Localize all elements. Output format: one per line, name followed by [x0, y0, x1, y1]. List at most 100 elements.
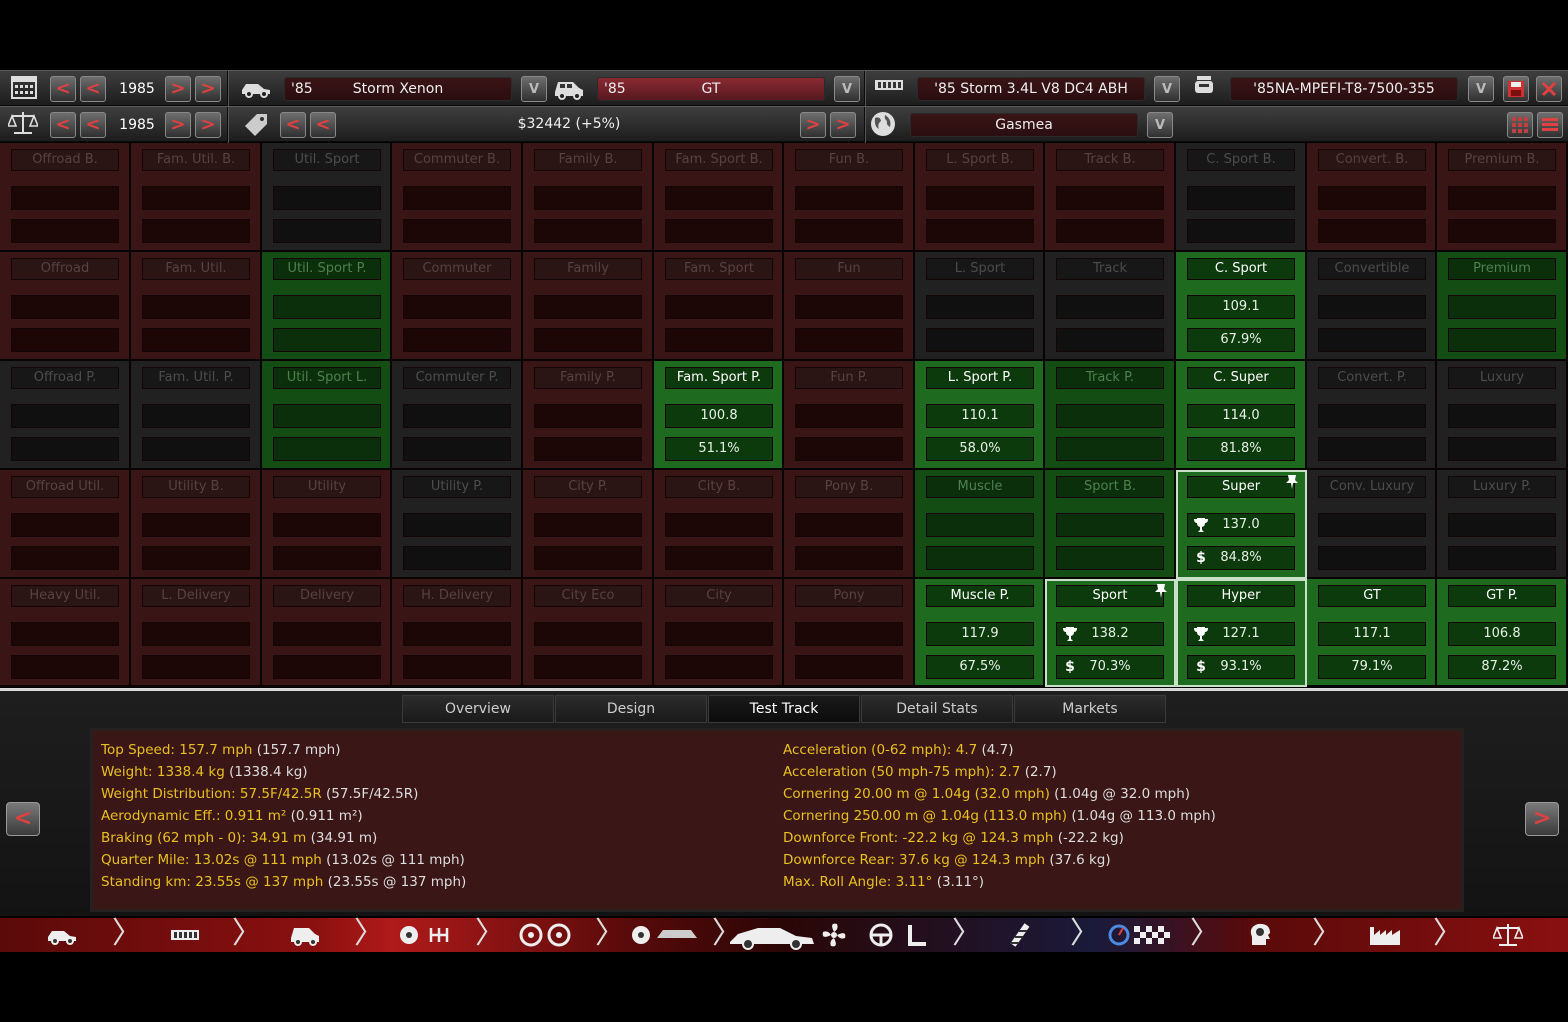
engine-dropdown-button[interactable]: V	[1154, 76, 1180, 102]
trim-dropdown-button[interactable]: V	[834, 76, 860, 102]
market-cell[interactable]: Util. Sport L.	[262, 361, 392, 470]
market-cell[interactable]: Family P.	[523, 361, 654, 470]
nav-model[interactable]	[40, 918, 84, 952]
market-cell[interactable]: Track	[1045, 252, 1176, 361]
market-cell[interactable]: City Eco	[523, 579, 654, 687]
price-prev-fast-button[interactable]: <	[280, 112, 306, 138]
market-cell[interactable]: Util. Sport	[262, 143, 392, 252]
market-cell[interactable]: Muscle P. 117.9 67.5%	[915, 579, 1045, 687]
market-cell[interactable]: Conv. Luxury	[1307, 470, 1437, 579]
year-prev-fast-button[interactable]: <	[50, 76, 76, 102]
market-cell[interactable]: GT 117.1 79.1%	[1307, 579, 1437, 687]
nav-wheels[interactable]	[515, 918, 575, 952]
market-cell[interactable]: L. Delivery	[131, 579, 262, 687]
panel-next-button[interactable]: >	[1525, 802, 1559, 836]
market-cell[interactable]: L. Sport B.	[915, 143, 1045, 252]
market-cell[interactable]: Convert. P.	[1307, 361, 1437, 470]
market-select[interactable]: Gasmea	[910, 113, 1138, 137]
fuel-system-select[interactable]: '85NA-MPEFI-T8-7500-355	[1230, 77, 1458, 101]
market-cell[interactable]: Convertible	[1307, 252, 1437, 361]
list-view-button[interactable]	[1537, 112, 1563, 138]
market-cell[interactable]: Utility	[262, 470, 392, 579]
market-cell[interactable]: Premium	[1437, 252, 1568, 361]
market-cell[interactable]: Fam. Sport	[654, 252, 784, 361]
market-dropdown-button[interactable]: V	[1147, 112, 1173, 138]
tab-detail-stats[interactable]: Detail Stats	[861, 695, 1013, 723]
market-cell[interactable]: Super 137.0 $84.8%	[1176, 470, 1307, 579]
market-cell[interactable]: C. Sport B.	[1176, 143, 1307, 252]
model-select[interactable]: '85 Storm Xenon	[284, 77, 512, 101]
market-cell[interactable]: Hyper 127.1 $93.1%	[1176, 579, 1307, 687]
market-cell[interactable]: Offroad B.	[0, 143, 131, 252]
nav-body[interactable]	[628, 918, 700, 952]
market-cell[interactable]: Luxury P.	[1437, 470, 1568, 579]
market-cell[interactable]: Fun B.	[784, 143, 915, 252]
market-cell[interactable]: Pony B.	[784, 470, 915, 579]
tab-overview[interactable]: Overview	[402, 695, 554, 723]
market-cell[interactable]: Sport B.	[1045, 470, 1176, 579]
nav-factory[interactable]	[1365, 918, 1405, 952]
market-cell[interactable]: Commuter B.	[392, 143, 523, 252]
market-cell[interactable]: Pony	[784, 579, 915, 687]
market-cell[interactable]: Convert. B.	[1307, 143, 1437, 252]
year2-prev-fast-button[interactable]: <	[50, 112, 76, 138]
year-next-button[interactable]: >	[165, 76, 191, 102]
price-next-button[interactable]: >	[800, 112, 826, 138]
market-cell[interactable]: Fun P.	[784, 361, 915, 470]
nav-engineering[interactable]	[1240, 918, 1280, 952]
nav-suspension[interactable]	[1000, 918, 1040, 952]
market-cell[interactable]: Track P.	[1045, 361, 1176, 470]
nav-drivetrain[interactable]	[395, 918, 459, 952]
market-cell[interactable]: Commuter P.	[392, 361, 523, 470]
trim-select[interactable]: '85 GT	[597, 77, 825, 101]
close-button[interactable]	[1536, 76, 1562, 102]
year-next-fast-button[interactable]: >	[195, 76, 221, 102]
tab-test-track[interactable]: Test Track	[708, 695, 860, 723]
save-button[interactable]	[1503, 76, 1529, 102]
market-cell[interactable]: H. Delivery	[392, 579, 523, 687]
market-cell[interactable]: Heavy Util.	[0, 579, 131, 687]
engine-select[interactable]: '85 Storm 3.4L V8 DC4 ABH	[917, 77, 1145, 101]
market-cell[interactable]: Premium B.	[1437, 143, 1568, 252]
nav-aero[interactable]	[816, 918, 852, 952]
market-cell[interactable]: Fam. Util. B.	[131, 143, 262, 252]
market-cell[interactable]: City B.	[654, 470, 784, 579]
year2-prev-button[interactable]: <	[80, 112, 106, 138]
model-dropdown-button[interactable]: V	[521, 76, 547, 102]
market-cell[interactable]: L. Sport P. 110.1 58.0%	[915, 361, 1045, 470]
year-prev-button[interactable]: <	[80, 76, 106, 102]
year2-next-fast-button[interactable]: >	[195, 112, 221, 138]
market-cell[interactable]: Track B.	[1045, 143, 1176, 252]
fuel-dropdown-button[interactable]: V	[1468, 76, 1494, 102]
pin-icon[interactable]	[1154, 583, 1168, 603]
nav-interior[interactable]	[868, 918, 934, 952]
market-cell[interactable]: Fam. Sport P. 100.8 51.1%	[654, 361, 784, 470]
market-cell[interactable]: Utility P.	[392, 470, 523, 579]
market-cell[interactable]: L. Sport	[915, 252, 1045, 361]
price-prev-button[interactable]: <	[310, 112, 336, 138]
market-cell[interactable]: Commuter	[392, 252, 523, 361]
market-cell[interactable]: Family	[523, 252, 654, 361]
market-cell[interactable]: Fam. Util.	[131, 252, 262, 361]
market-cell[interactable]: City P.	[523, 470, 654, 579]
price-next-fast-button[interactable]: >	[830, 112, 856, 138]
market-cell[interactable]: Util. Sport P.	[262, 252, 392, 361]
panel-prev-button[interactable]: <	[6, 802, 40, 836]
market-cell[interactable]: Utility B.	[131, 470, 262, 579]
nav-test-track[interactable]	[1108, 918, 1172, 952]
nav-engine[interactable]	[165, 918, 205, 952]
market-cell[interactable]: Offroad Util.	[0, 470, 131, 579]
market-cell[interactable]: Fun	[784, 252, 915, 361]
tab-design[interactable]: Design	[555, 695, 707, 723]
pin-icon[interactable]	[1285, 474, 1299, 494]
market-cell[interactable]: Offroad P.	[0, 361, 131, 470]
market-cell[interactable]: Luxury	[1437, 361, 1568, 470]
market-cell[interactable]: Family B.	[523, 143, 654, 252]
market-cell[interactable]: Fam. Util. P.	[131, 361, 262, 470]
market-cell[interactable]: C. Super 114.0 81.8%	[1176, 361, 1307, 470]
market-cell[interactable]: Fam. Sport B.	[654, 143, 784, 252]
market-cell[interactable]: C. Sport 109.1 67.9%	[1176, 252, 1307, 361]
market-cell[interactable]: Delivery	[262, 579, 392, 687]
grid-view-button[interactable]	[1507, 112, 1533, 138]
market-cell[interactable]: Sport 138.2 $70.3%	[1045, 579, 1176, 687]
